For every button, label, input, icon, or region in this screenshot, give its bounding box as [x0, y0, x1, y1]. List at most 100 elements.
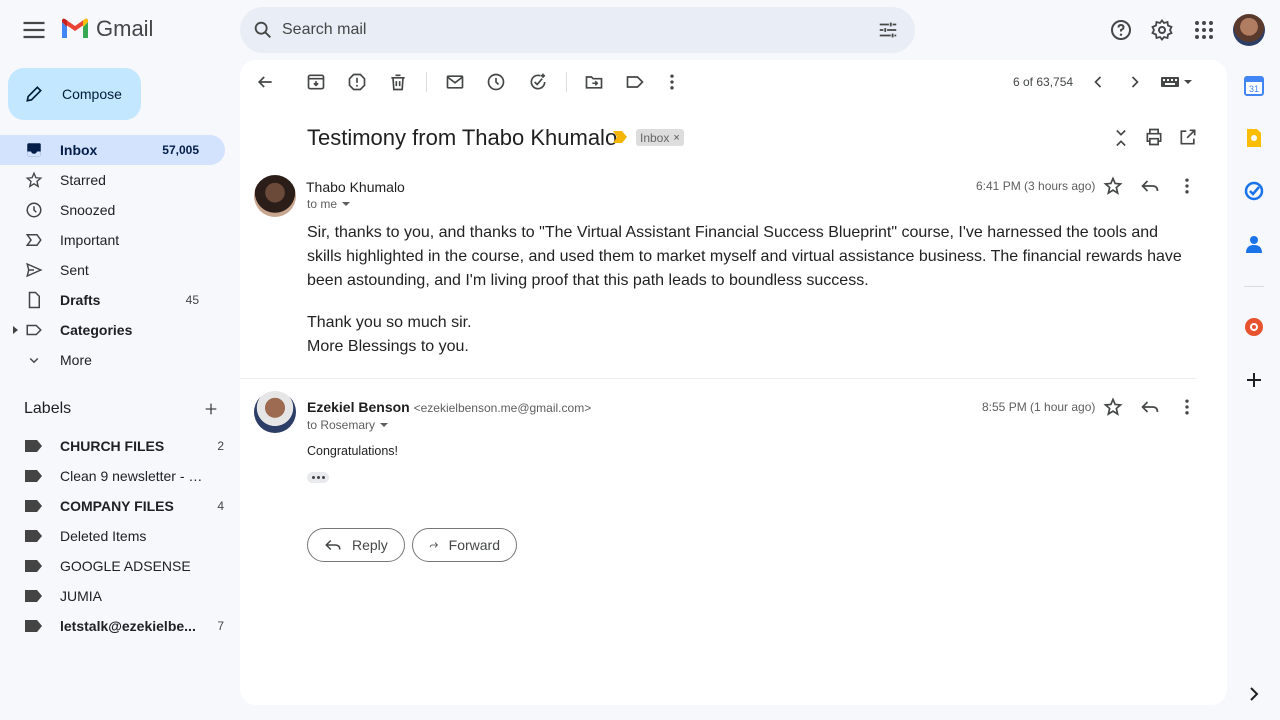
back-arrow-icon[interactable] — [255, 72, 275, 92]
search-icon[interactable] — [252, 19, 274, 41]
caret-down-icon[interactable] — [379, 420, 389, 430]
email-subject: Testimony from Thabo Khumalo — [307, 125, 618, 150]
reply-button[interactable]: Reply — [307, 528, 405, 562]
help-icon[interactable] — [1109, 18, 1133, 42]
label-item[interactable]: CHURCH FILES 2 — [0, 431, 225, 461]
remove-label-icon[interactable]: × — [673, 132, 679, 144]
keep-icon[interactable] — [1244, 128, 1264, 148]
search-input[interactable] — [282, 21, 842, 39]
caret-down-icon[interactable] — [341, 199, 351, 209]
label-item[interactable]: GOOGLE ADSENSE — [0, 551, 225, 581]
label-name: Clean 9 newsletter - NE... — [60, 468, 210, 484]
recipient-line[interactable]: to me — [307, 197, 351, 211]
settings-icon[interactable] — [1150, 18, 1174, 42]
recipient-line[interactable]: to Rosemary — [307, 418, 389, 432]
sidebar-item-label: Sent — [60, 262, 89, 278]
recipient-text: to Rosemary — [307, 418, 376, 432]
sidebar-item-label: More — [60, 352, 92, 368]
send-icon — [26, 262, 43, 278]
show-side-panel-chevron-icon[interactable] — [1244, 684, 1264, 704]
label-item[interactable]: JUMIA — [0, 581, 225, 611]
message-body-line: More Blessings to you. — [307, 338, 469, 355]
label-item[interactable]: Deleted Items — [0, 521, 225, 551]
label-tag-icon — [25, 470, 42, 482]
label-item[interactable]: Clean 9 newsletter - NE... — [0, 461, 225, 491]
clock-icon — [26, 202, 42, 218]
get-addons-plus-icon[interactable] — [1244, 370, 1264, 390]
archive-icon[interactable] — [306, 72, 326, 92]
contacts-icon[interactable] — [1244, 234, 1264, 254]
calendar-icon[interactable]: 31 — [1244, 76, 1264, 96]
newer-chevron-icon[interactable] — [1088, 72, 1108, 92]
open-new-window-icon[interactable] — [1178, 127, 1198, 147]
sidebar-item-inbox[interactable]: Inbox 57,005 — [0, 135, 225, 165]
message-body-line: Congratulations! — [307, 444, 399, 458]
labels-title: Labels — [24, 400, 72, 417]
sidebar-item-more[interactable]: More — [0, 345, 225, 375]
message-time: 6:41 PM (3 hours ago) — [976, 179, 1096, 193]
addon-app-icon[interactable] — [1244, 317, 1264, 337]
delete-icon[interactable] — [388, 72, 408, 92]
sidebar-item-label: Important — [60, 232, 120, 248]
reply-icon[interactable] — [1140, 176, 1160, 196]
inbox-label-chip[interactable]: Inbox × — [636, 129, 684, 146]
move-to-icon[interactable] — [584, 72, 604, 92]
sidebar-item-drafts[interactable]: Drafts 45 — [0, 285, 225, 315]
unread-count: 57,005 — [162, 143, 199, 157]
collapse-all-icon[interactable] — [1111, 128, 1131, 148]
more-vert-icon[interactable] — [1177, 397, 1197, 417]
sender-name[interactable]: Thabo Khumalo — [306, 179, 405, 195]
label-as-icon[interactable] — [625, 72, 645, 92]
sidebar-item-important[interactable]: Important — [0, 225, 225, 255]
sidebar-item-label: Starred — [60, 172, 106, 188]
tasks-icon[interactable] — [1244, 181, 1264, 201]
sidebar-item-categories[interactable]: Categories — [0, 315, 225, 345]
more-vert-icon[interactable] — [1177, 176, 1197, 196]
reply-icon[interactable] — [1140, 397, 1160, 417]
sender-name-line[interactable]: Ezekiel Benson <ezekielbenson.me@gmail.c… — [307, 399, 591, 415]
print-icon[interactable] — [1144, 127, 1164, 147]
report-spam-icon[interactable] — [347, 72, 367, 92]
search-options-icon[interactable] — [877, 19, 899, 41]
sender-avatar[interactable] — [254, 175, 296, 217]
chip-label: Inbox — [640, 130, 670, 145]
hamburger-icon — [23, 21, 45, 39]
account-avatar[interactable] — [1233, 14, 1265, 46]
sidebar-item-sent[interactable]: Sent — [0, 255, 225, 285]
forward-button[interactable]: Forward — [412, 528, 517, 562]
reply-label: Reply — [352, 537, 388, 553]
label-tag-icon — [25, 560, 42, 572]
older-chevron-icon[interactable] — [1125, 72, 1145, 92]
search-bar[interactable] — [240, 7, 915, 53]
more-vert-icon[interactable] — [662, 72, 682, 92]
sender-name: Ezekiel Benson — [307, 399, 410, 415]
labels-header: Labels — [24, 400, 219, 418]
label-item[interactable]: letstalk@ezekielbe... 7 — [0, 611, 225, 641]
main-menu-button[interactable] — [20, 16, 48, 44]
mark-unread-icon[interactable] — [445, 72, 465, 92]
sender-email: <ezekielbenson.me@gmail.com> — [413, 401, 592, 415]
expand-caret-icon[interactable] — [13, 326, 18, 334]
show-trimmed-content-button[interactable] — [307, 472, 329, 483]
important-marker-icon[interactable] — [613, 131, 627, 143]
label-item[interactable]: COMPANY FILES 4 — [0, 491, 225, 521]
label-name: JUMIA — [60, 588, 102, 604]
message-body-line: Thank you so much sir. — [307, 314, 472, 331]
input-tools-icon[interactable] — [1160, 72, 1194, 92]
app-name: Gmail — [96, 16, 154, 41]
gmail-m-icon — [62, 18, 88, 38]
add-task-icon[interactable] — [528, 72, 548, 92]
star-icon[interactable] — [1103, 397, 1123, 417]
label-tag-icon — [25, 440, 42, 452]
label-count: 4 — [217, 499, 224, 513]
sender-avatar[interactable] — [254, 391, 296, 433]
apps-grid-icon[interactable] — [1192, 18, 1216, 42]
sidebar-item-starred[interactable]: Starred — [0, 165, 225, 195]
add-label-icon[interactable] — [203, 401, 219, 417]
star-icon[interactable] — [1103, 176, 1123, 196]
pencil-icon — [26, 86, 42, 102]
gmail-logo[interactable]: Gmail — [60, 16, 153, 42]
snooze-icon[interactable] — [486, 72, 506, 92]
compose-button[interactable]: Compose — [8, 68, 141, 120]
sidebar-item-snoozed[interactable]: Snoozed — [0, 195, 225, 225]
